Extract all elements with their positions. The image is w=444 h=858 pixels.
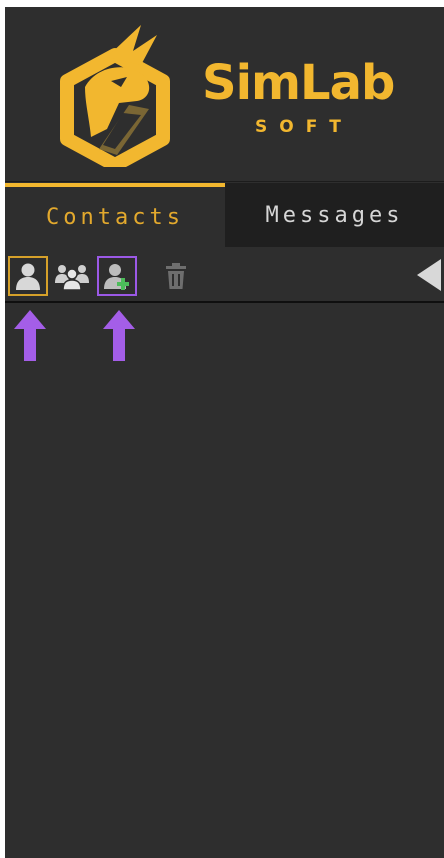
tab-contacts[interactable]: Contacts — [5, 183, 225, 247]
tab-messages[interactable]: Messages — [225, 183, 444, 247]
delete-contact-button[interactable] — [156, 256, 196, 296]
add-user-icon — [104, 264, 129, 290]
group-contacts-button[interactable] — [52, 256, 92, 296]
annotation-arrow-up-icon — [14, 310, 46, 361]
single-contact-button[interactable] — [8, 256, 48, 296]
toolbar-divider — [5, 301, 444, 303]
triangle-left-icon — [417, 259, 441, 291]
collapse-panel-button[interactable] — [413, 257, 443, 293]
contacts-panel: SimLab SOFT Contacts Messages — [5, 7, 444, 858]
group-icon — [55, 265, 89, 291]
brand-subtitle: SOFT — [255, 117, 353, 137]
add-contact-button[interactable] — [97, 256, 137, 296]
dragon-logo-icon — [60, 25, 170, 167]
brand-name: SimLab — [202, 55, 395, 111]
contacts-list-area — [5, 303, 444, 858]
user-icon — [16, 263, 40, 290]
brand-header: SimLab SOFT — [5, 7, 444, 182]
contacts-toolbar — [5, 252, 444, 300]
header-divider — [5, 181, 444, 182]
annotation-arrow-up-icon — [103, 310, 135, 361]
tab-bar: Contacts Messages — [5, 183, 444, 247]
trash-icon — [166, 263, 186, 289]
